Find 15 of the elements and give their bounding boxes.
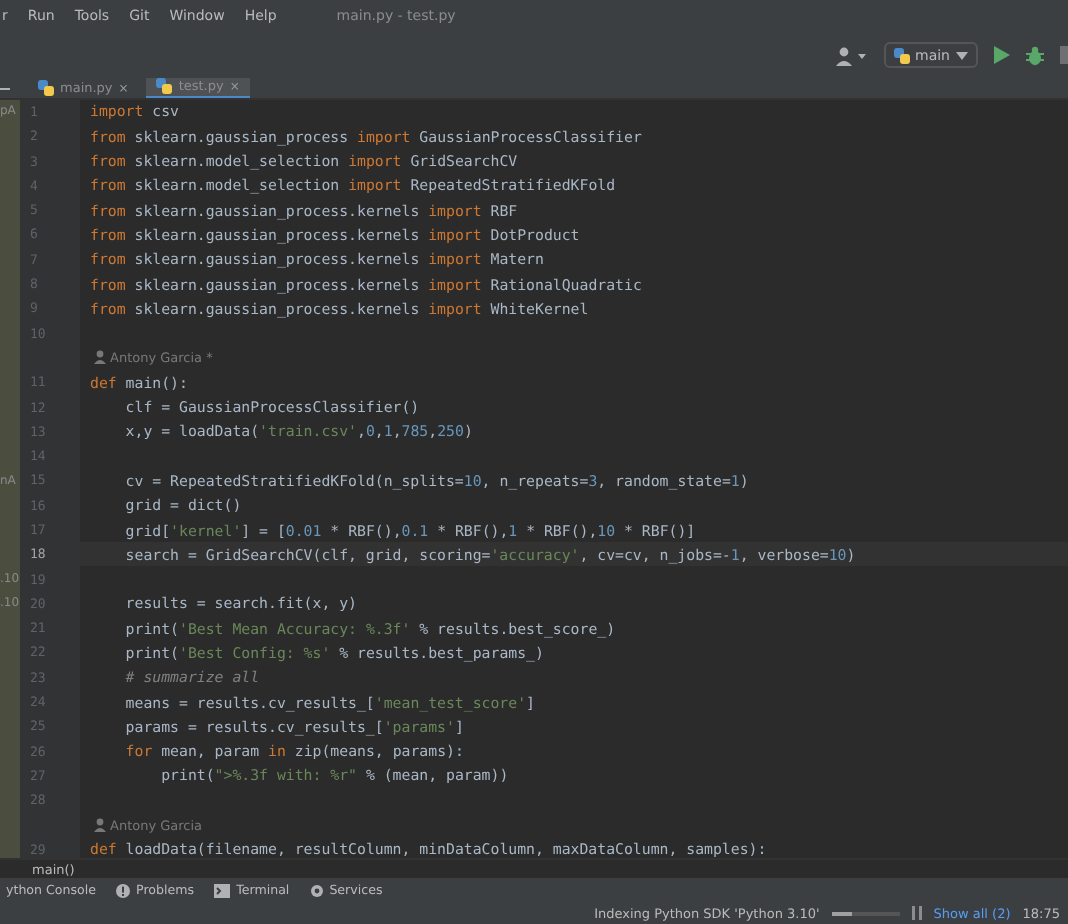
person-icon — [94, 350, 106, 365]
python-file-icon — [156, 78, 173, 95]
gear-icon — [309, 883, 324, 898]
toolbar-icon[interactable] — [1060, 46, 1068, 65]
user-icon[interactable] — [835, 45, 867, 66]
python-icon — [893, 47, 909, 64]
warning-icon — [116, 883, 131, 898]
run-icon[interactable] — [994, 46, 1010, 65]
debug-icon[interactable] — [1026, 45, 1044, 66]
python-file-icon — [38, 80, 54, 97]
terminal-icon — [214, 883, 231, 898]
code-editor[interactable] — [0, 99, 1068, 859]
caret-icon — [956, 51, 968, 60]
person-icon — [94, 818, 106, 833]
pause-icon[interactable] — [911, 906, 922, 920]
